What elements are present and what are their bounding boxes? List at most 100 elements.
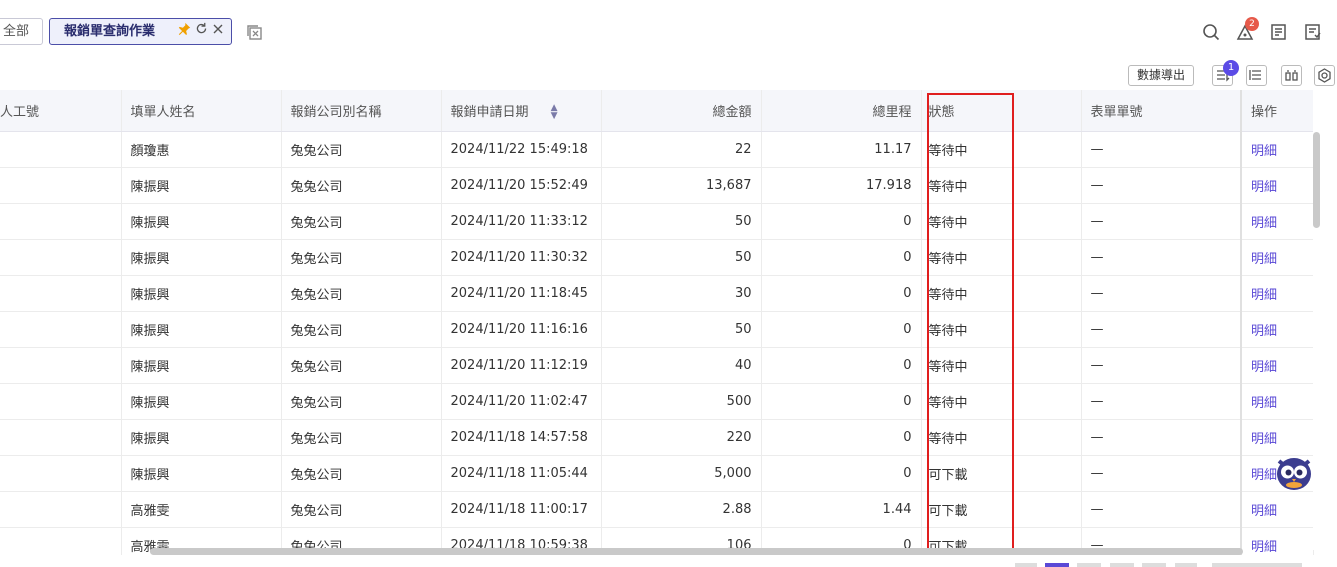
- cell-apply-date: 2024/11/20 11:33:12: [441, 203, 602, 240]
- pager-item-active[interactable]: [1045, 563, 1069, 567]
- col-filler-name[interactable]: 填單人姓名: [121, 90, 282, 132]
- cell-filler-name: 陳振興: [121, 239, 282, 276]
- cell-total-amount: 50: [601, 239, 762, 276]
- vertical-scrollbar[interactable]: [1313, 132, 1320, 228]
- pager-item[interactable]: [1077, 563, 1101, 567]
- cell-company: 兔兔公司: [281, 167, 442, 204]
- cell-total-mileage: 1.44: [761, 491, 922, 528]
- cell-status: 等待中: [921, 311, 1082, 348]
- cell-total-mileage: 0: [761, 311, 922, 348]
- detail-link[interactable]: 明細: [1251, 540, 1277, 555]
- tab-expense-query[interactable]: 報銷單查詢作業: [49, 18, 232, 45]
- detail-link[interactable]: 明細: [1251, 324, 1277, 339]
- pin-icon[interactable]: [178, 19, 191, 44]
- cell-action: 明細: [1240, 419, 1314, 456]
- document-icon[interactable]: [1303, 22, 1323, 42]
- cell-filler-name: 陳振興: [121, 383, 282, 420]
- cell-company: 兔兔公司: [281, 203, 442, 240]
- close-all-tabs-icon[interactable]: [246, 24, 263, 41]
- cell-emp-id: [0, 131, 122, 168]
- search-icon[interactable]: [1201, 22, 1221, 42]
- cell-form-no: —: [1081, 131, 1242, 168]
- col-total-mileage[interactable]: 總里程: [761, 90, 922, 132]
- table-row[interactable]: 陳振興 兔兔公司 2024/11/18 11:05:44 5,000 0 可下載 — 明細: [0, 455, 1314, 492]
- pager-item[interactable]: [1110, 563, 1134, 567]
- cell-company: 兔兔公司: [281, 383, 442, 420]
- cell-filler-name: 陳振興: [121, 311, 282, 348]
- col-company[interactable]: 報銷公司別名稱: [281, 90, 442, 132]
- close-icon[interactable]: [212, 19, 224, 44]
- table-row[interactable]: 陳振興 兔兔公司 2024/11/20 11:30:32 50 0 等待中 — 明細: [0, 239, 1314, 276]
- pager-item[interactable]: [1175, 563, 1197, 567]
- table-row[interactable]: 陳振興 兔兔公司 2024/11/20 11:16:16 50 0 等待中 — 明細: [0, 311, 1314, 348]
- detail-link[interactable]: 明細: [1251, 360, 1277, 375]
- settings-icon[interactable]: [1314, 65, 1335, 86]
- cell-company: 兔兔公司: [281, 311, 442, 348]
- cell-form-no: —: [1081, 347, 1242, 384]
- notification-icon[interactable]: 2: [1235, 17, 1259, 42]
- cell-company: 兔兔公司: [281, 419, 442, 456]
- col-emp-id[interactable]: 人工號: [0, 90, 122, 132]
- detail-link[interactable]: 明細: [1251, 396, 1277, 411]
- cell-status: 等待中: [921, 347, 1082, 384]
- expense-table: 人工號 填單人姓名 報銷公司別名稱 報銷申請日期 ▲ ▼ 總金額 總里程 狀態 表…: [0, 90, 1322, 555]
- detail-link[interactable]: 明細: [1251, 180, 1277, 195]
- cell-emp-id: [0, 383, 122, 420]
- detail-link[interactable]: 明細: [1251, 288, 1277, 303]
- table-row[interactable]: 高雅雯 兔兔公司 2024/11/18 11:00:17 2.88 1.44 可下載 — 明細: [0, 491, 1314, 528]
- cell-form-no: —: [1081, 455, 1242, 492]
- cell-company: 兔兔公司: [281, 275, 442, 312]
- assistant-owl-icon[interactable]: [1274, 452, 1314, 492]
- cell-total-mileage: 0: [761, 419, 922, 456]
- cell-apply-date: 2024/11/20 11:30:32: [441, 239, 602, 276]
- cell-total-amount: 40: [601, 347, 762, 384]
- cell-total-mileage: 0: [761, 239, 922, 276]
- cell-apply-date: 2024/11/20 11:02:47: [441, 383, 602, 420]
- detail-link[interactable]: 明細: [1251, 144, 1277, 159]
- tab-all-label: 全部: [3, 24, 30, 39]
- detail-link[interactable]: 明細: [1251, 252, 1277, 267]
- column-filter-button[interactable]: 1: [1212, 60, 1239, 86]
- sort-icon[interactable]: ▲ ▼: [551, 104, 558, 121]
- cell-status: 等待中: [921, 167, 1082, 204]
- cell-status: 等待中: [921, 131, 1082, 168]
- cell-apply-date: 2024/11/20 11:12:19: [441, 347, 602, 384]
- notification-badge: 2: [1245, 17, 1259, 31]
- top-bar: 全部 報銷單查詢作業 2: [0, 0, 1337, 62]
- cell-company: 兔兔公司: [281, 491, 442, 528]
- tab-all[interactable]: 全部: [0, 18, 43, 45]
- table-row[interactable]: 陳振興 兔兔公司 2024/11/20 11:18:45 30 0 等待中 — 明細: [0, 275, 1314, 312]
- column-settings-icon[interactable]: [1281, 65, 1302, 86]
- export-data-button[interactable]: 數據導出: [1128, 65, 1194, 86]
- cell-filler-name: 陳振興: [121, 275, 282, 312]
- table-row[interactable]: 陳振興 兔兔公司 2024/11/20 11:12:19 40 0 等待中 — 明細: [0, 347, 1314, 384]
- cell-company: 兔兔公司: [281, 455, 442, 492]
- pager-item[interactable]: [1015, 563, 1037, 567]
- table-row[interactable]: 陳振興 兔兔公司 2024/11/18 14:57:58 220 0 等待中 — 明細: [0, 419, 1314, 456]
- col-status[interactable]: 狀態: [921, 90, 1082, 132]
- table-row[interactable]: 陳振興 兔兔公司 2024/11/20 15:52:49 13,687 17.918 等待…: [0, 167, 1314, 204]
- task-list-icon[interactable]: [1269, 22, 1289, 42]
- page-size-select[interactable]: [1212, 563, 1302, 567]
- table-row[interactable]: 陳振興 兔兔公司 2024/11/20 11:33:12 50 0 等待中 — 明細: [0, 203, 1314, 240]
- cell-status: 可下載: [921, 491, 1082, 528]
- cell-apply-date: 2024/11/18 11:00:17: [441, 491, 602, 528]
- table-row[interactable]: 陳振興 兔兔公司 2024/11/20 11:02:47 500 0 等待中 — 明細: [0, 383, 1314, 420]
- density-icon[interactable]: [1246, 65, 1267, 86]
- table-row[interactable]: 顏瓊惠 兔兔公司 2024/11/22 15:49:18 22 11.17 等待中 — 明細: [0, 131, 1314, 168]
- cell-total-amount: 500: [601, 383, 762, 420]
- col-form-no[interactable]: 表單單號: [1081, 90, 1242, 132]
- horizontal-scrollbar[interactable]: [150, 548, 1243, 555]
- col-total-amount[interactable]: 總金額: [601, 90, 762, 132]
- table-toolbar: 數據導出 1: [1077, 60, 1337, 86]
- pager-item[interactable]: [1142, 563, 1166, 567]
- detail-link[interactable]: 明細: [1251, 216, 1277, 231]
- cell-form-no: —: [1081, 239, 1242, 276]
- detail-link[interactable]: 明細: [1251, 504, 1277, 519]
- cell-action: 明細: [1240, 275, 1314, 312]
- col-apply-date[interactable]: 報銷申請日期 ▲ ▼: [441, 90, 602, 132]
- detail-link[interactable]: 明細: [1251, 432, 1277, 447]
- refresh-icon[interactable]: [195, 19, 208, 44]
- cell-filler-name: 顏瓊惠: [121, 131, 282, 168]
- cell-form-no: —: [1081, 491, 1242, 528]
